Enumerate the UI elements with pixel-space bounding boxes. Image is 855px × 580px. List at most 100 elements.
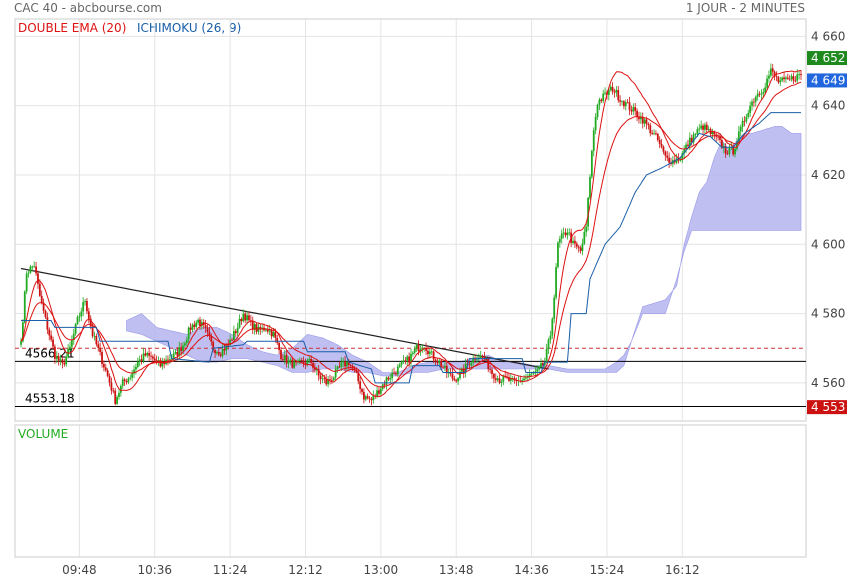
candle-body [530,373,533,375]
candle-body [99,348,102,353]
candle-body [532,373,535,374]
candle-body [658,139,661,144]
candle-body [427,350,429,355]
candle-body [428,351,431,355]
candle-body [660,143,663,147]
candle-body [679,159,682,161]
candle-body [276,337,279,343]
candle-body [342,361,345,363]
candle-body [174,352,177,354]
candle-body [148,353,151,356]
candle-body [442,366,444,368]
candle-body [189,327,192,330]
candle-body [624,102,627,107]
candle-body [717,136,720,138]
candle-body [752,101,755,103]
candle-body [687,144,689,146]
candle-body [364,396,367,400]
candle-body [602,93,605,101]
candle-body [270,330,273,337]
candle-body [754,96,757,102]
candlestick-chart[interactable]: 4566.21 4553.18 09:48 10:36 11:24 12:12 13:00… [0,0,855,580]
candle-body [726,153,729,155]
candle-body [121,379,124,386]
candle-body [59,359,62,361]
y-tick-label: 4 560 [811,376,845,390]
candle-body [54,346,56,359]
candle-body [444,365,446,368]
candle-body [321,378,324,380]
candle-body [404,360,407,362]
candle-body [112,390,115,392]
candle-body [391,372,394,379]
candle-body [63,362,66,365]
x-tick-label: 10:36 [137,563,172,577]
candle-body [142,353,145,361]
candle-body [180,347,183,351]
candle-body [577,246,580,248]
candle-body [704,124,706,130]
x-tick-label: 13:48 [439,563,474,577]
candle-body [707,128,710,130]
candle-body [123,379,126,382]
candle-body [280,349,282,360]
candle-body [494,378,497,381]
candle-body [769,68,772,76]
candle-body [217,352,220,355]
candle-body [470,362,473,366]
axis-labels: 09:48 10:36 11:24 12:12 13:00 13:48 14:36 15:24… [62,29,845,577]
candle-body [585,226,588,232]
price-badge-label: 4 649 [811,73,845,87]
candle-body [656,133,659,140]
x-tick-label: 13:00 [364,563,399,577]
candle-body [664,151,667,156]
candle-body [598,99,601,105]
candle-body [630,110,633,112]
candle-body [800,74,802,76]
candle-body [634,107,637,111]
candle-body [332,377,335,381]
candle-body [788,78,791,80]
candle-body [438,360,441,363]
candle-body [572,240,574,243]
candle-body [649,125,652,133]
candle-body [306,360,309,365]
x-tick-label: 15:24 [590,563,625,577]
candle-body [779,80,782,83]
candle-body [191,324,194,330]
candle-body [172,353,175,358]
candle-body [589,176,591,198]
candle-body [182,345,184,351]
candle-body [491,369,493,375]
price-badge-label: 4 553 [811,400,845,414]
candle-body [238,318,241,328]
candle-body [308,358,311,361]
candle-body [694,134,697,135]
candle-body [272,332,275,337]
candle-body [27,272,30,274]
candle-body [500,381,503,383]
candle-body [236,327,239,334]
candle-body [783,77,785,80]
candle-body [232,331,235,341]
candle-body [349,365,352,366]
candle-body [231,339,233,341]
candles [20,63,802,406]
candle-body [366,396,369,399]
candle-body [214,350,216,354]
candle-body [82,302,85,312]
candle-body [323,378,326,380]
candle-body [184,343,186,346]
candle-body [131,373,134,378]
candle-body [87,311,90,319]
candle-body [417,344,420,352]
candle-body [432,351,435,360]
candle-body [379,388,382,394]
candle-body [481,355,484,358]
candle-body [566,232,569,236]
y-tick-label: 4 640 [811,99,845,113]
candle-body [713,132,716,135]
candle-body [440,360,443,367]
candle-body [653,133,655,135]
candle-body [234,331,237,334]
